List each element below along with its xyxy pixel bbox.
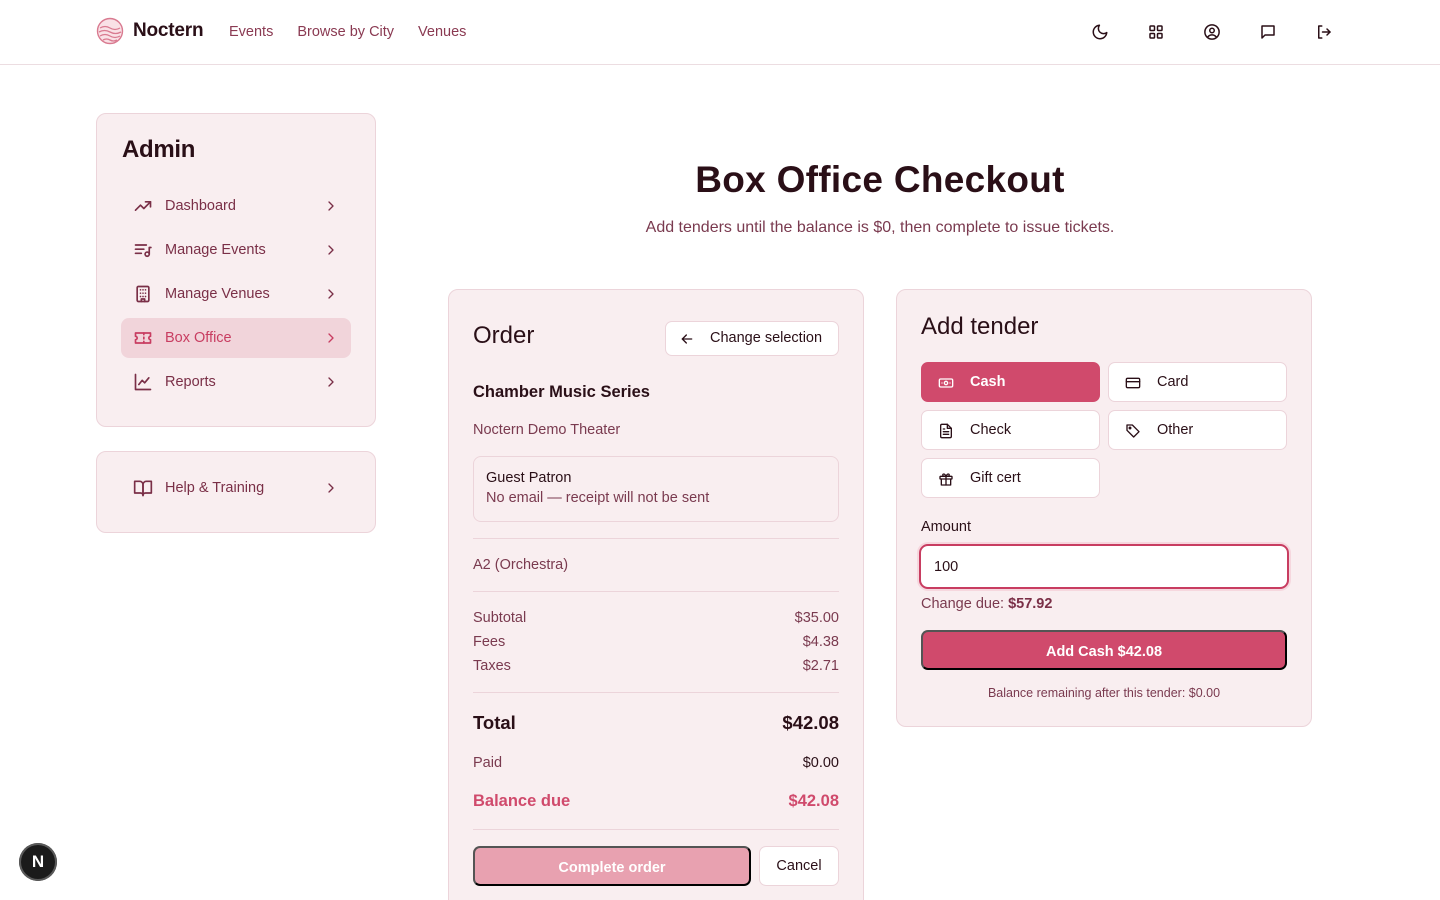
tender-title: Add tender <box>921 313 1039 340</box>
tender-option-label: Gift cert <box>970 470 1021 486</box>
banknote-icon <box>938 375 954 391</box>
brand-link[interactable]: Noctern <box>96 17 204 45</box>
chevron-right-icon <box>323 198 339 214</box>
chevron-right-icon <box>323 242 339 258</box>
sidebar-item-manage-events[interactable]: Manage Events <box>121 230 351 270</box>
tender-option-other[interactable]: Other <box>1108 410 1287 450</box>
paid-value: $0.00 <box>802 755 839 771</box>
patron-box: Guest Patron No email — receipt will not… <box>473 456 839 522</box>
ticket-icon <box>133 328 153 348</box>
tender-option-label: Card <box>1157 374 1189 390</box>
add-tender-card: Add tender Cash Card Check Other Gift ce… <box>896 289 1312 727</box>
sidebar-item-label: Reports <box>165 374 216 390</box>
tender-option-label: Other <box>1157 422 1194 438</box>
list-music-icon <box>133 240 153 260</box>
sidebar-item-label: Manage Venues <box>165 286 270 302</box>
line-chart-icon <box>133 372 153 392</box>
nextjs-dev-badge[interactable]: N <box>19 843 57 881</box>
add-cash-button[interactable]: Add Cash $42.08 <box>921 630 1287 670</box>
nav-venues[interactable]: Venues <box>418 22 466 42</box>
divider <box>473 538 839 539</box>
admin-sidebar: Admin Dashboard Manage Events Manage Ven… <box>96 113 376 427</box>
page-title: Box Office Checkout <box>695 159 1065 200</box>
balance-after-note: Balance remaining after this tender: $0.… <box>987 686 1221 700</box>
amount-label: Amount <box>921 519 971 535</box>
divider <box>473 829 839 830</box>
chevron-right-icon <box>323 286 339 302</box>
header-actions <box>1086 18 1338 46</box>
logout-icon[interactable] <box>1310 18 1338 46</box>
tender-option-label: Check <box>970 422 1012 438</box>
page-subtitle: Add tenders until the balance is $0, the… <box>645 219 1115 236</box>
cancel-button[interactable]: Cancel <box>759 846 839 886</box>
grid-icon[interactable] <box>1142 18 1170 46</box>
sidebar-item-dashboard[interactable]: Dashboard <box>121 186 351 226</box>
order-title: Order <box>473 322 535 349</box>
sidebar-title: Admin <box>122 136 196 163</box>
credit-card-icon <box>1125 375 1141 391</box>
help-sidebar: Help & Training <box>96 451 376 533</box>
trending-up-icon <box>133 196 153 216</box>
taxes-label: Taxes <box>473 658 511 674</box>
event-name: Chamber Music Series <box>473 383 650 401</box>
balance-due-label: Balance due <box>473 792 571 810</box>
sidebar-item-label: Dashboard <box>165 198 236 214</box>
sidebar-item-label: Help & Training <box>165 480 265 496</box>
tender-option-label: Cash <box>970 374 1006 390</box>
change-selection-label: Change selection <box>710 330 823 346</box>
chevron-right-icon <box>323 480 339 496</box>
building-icon <box>133 284 153 304</box>
fees-value: $4.38 <box>802 634 839 650</box>
tender-option-gift-cert[interactable]: Gift cert <box>921 458 1100 498</box>
sidebar-item-label: Manage Events <box>165 242 266 258</box>
subtotal-value: $35.00 <box>794 610 839 626</box>
change-due-label: Change due: <box>921 596 1005 612</box>
nav-browse-by-city[interactable]: Browse by City <box>297 22 394 42</box>
logo-icon <box>96 17 124 45</box>
divider <box>473 692 839 693</box>
user-circle-icon[interactable] <box>1198 18 1226 46</box>
nav-events[interactable]: Events <box>229 22 273 42</box>
order-card: Order Change selection Chamber Music Ser… <box>448 289 864 900</box>
sidebar-item-manage-venues[interactable]: Manage Venues <box>121 274 351 314</box>
seat-label: A2 (Orchestra) <box>473 557 569 573</box>
amount-input[interactable] <box>919 544 1289 589</box>
taxes-value: $2.71 <box>802 658 839 674</box>
divider <box>473 591 839 592</box>
message-icon[interactable] <box>1254 18 1282 46</box>
arrow-left-icon <box>679 331 695 347</box>
book-open-icon <box>133 478 153 498</box>
tag-icon <box>1125 423 1141 439</box>
gift-icon <box>938 471 954 487</box>
complete-order-button[interactable]: Complete order <box>473 846 751 886</box>
sidebar-item-label: Box Office <box>165 330 232 346</box>
fees-label: Fees <box>473 634 506 650</box>
tender-option-card[interactable]: Card <box>1108 362 1287 402</box>
subtotal-label: Subtotal <box>473 610 527 626</box>
main-nav: Events Browse by City Venues <box>229 22 490 42</box>
file-text-icon <box>938 423 954 439</box>
paid-label: Paid <box>473 755 503 771</box>
patron-note: No email — receipt will not be sent <box>486 490 710 506</box>
top-navbar: Noctern Events Browse by City Venues <box>0 0 1440 65</box>
brand-name: Noctern <box>133 20 204 41</box>
sidebar-item-box-office[interactable]: Box Office <box>121 318 351 358</box>
moon-icon[interactable] <box>1086 18 1114 46</box>
chevron-right-icon <box>323 330 339 346</box>
sidebar-item-help-training[interactable]: Help & Training <box>121 468 351 508</box>
total-value: $42.08 <box>782 712 839 733</box>
change-due-value: $57.92 <box>1008 596 1053 612</box>
tender-option-check[interactable]: Check <box>921 410 1100 450</box>
change-selection-button[interactable]: Change selection <box>665 321 839 356</box>
chevron-right-icon <box>323 374 339 390</box>
venue-name: Noctern Demo Theater <box>473 422 621 438</box>
change-due: Change due: $57.92 <box>921 596 1052 612</box>
patron-name: Guest Patron <box>486 470 572 486</box>
tender-option-cash[interactable]: Cash <box>921 362 1100 402</box>
total-label: Total <box>473 712 516 733</box>
sidebar-item-reports[interactable]: Reports <box>121 362 351 402</box>
balance-due-value: $42.08 <box>788 792 839 810</box>
